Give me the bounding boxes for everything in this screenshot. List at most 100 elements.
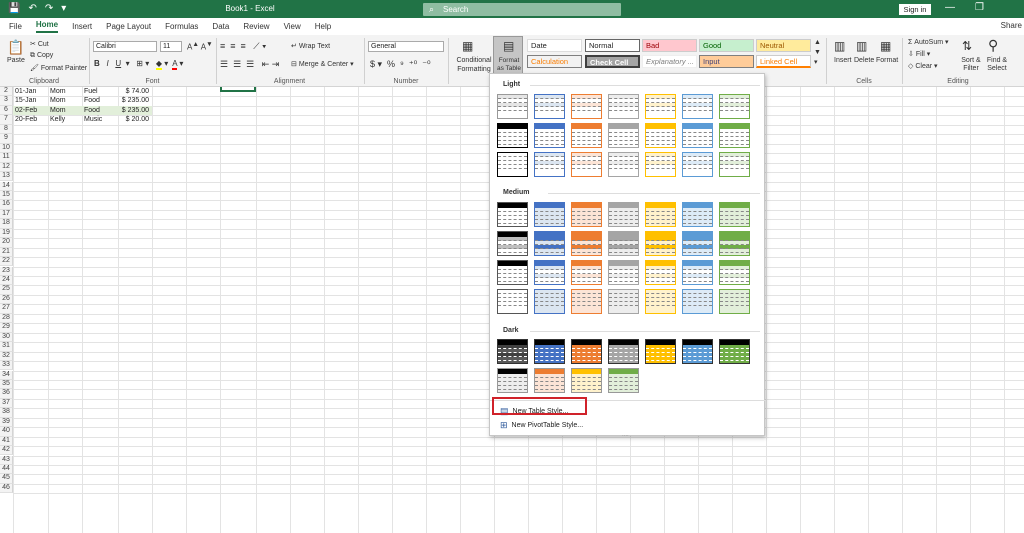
table-style-swatch[interactable] (497, 339, 528, 364)
table-style-swatch[interactable] (608, 202, 639, 227)
table-style-swatch[interactable] (682, 202, 713, 227)
tab-data[interactable]: Data (212, 22, 229, 31)
border-icon[interactable]: ⊞ (136, 59, 143, 68)
find-select-button[interactable]: Find & Select (983, 57, 1011, 73)
row-header[interactable]: 10 (0, 143, 13, 154)
row-header[interactable]: 39 (0, 417, 13, 428)
row-header[interactable]: 32 (0, 351, 13, 361)
maximize-icon[interactable]: ❐ (975, 2, 984, 13)
table-style-swatch[interactable] (645, 231, 676, 256)
cell[interactable]: Music (82, 115, 118, 124)
copy-button[interactable]: ⧉ Copy (30, 52, 53, 60)
tab-view[interactable]: View (284, 22, 301, 31)
table-style-swatch[interactable] (719, 152, 750, 177)
row-header[interactable]: 41 (0, 436, 13, 447)
table-style-swatch[interactable] (719, 289, 750, 314)
table-style-swatch[interactable] (682, 231, 713, 256)
table-style-swatch[interactable] (719, 202, 750, 227)
table-style-swatch[interactable] (645, 289, 676, 314)
row-header[interactable]: 40 (0, 427, 13, 437)
style-normal[interactable]: Normal (585, 39, 640, 52)
font-name-combo[interactable]: Calibri (93, 41, 157, 52)
merge-center-button[interactable]: ⊟ Merge & Center ▾ (291, 60, 354, 68)
autosum-button[interactable]: Σ AutoSum ▾ (908, 38, 949, 46)
row-header[interactable]: 23 (0, 266, 13, 276)
resize-gripper-icon[interactable]: .... (622, 432, 629, 438)
table-style-swatch[interactable] (608, 339, 639, 364)
row-header[interactable]: 22 (0, 257, 13, 267)
row-header[interactable]: 36 (0, 389, 13, 399)
tab-page-layout[interactable]: Page Layout (106, 22, 151, 31)
fill-button[interactable]: ⇩ Fill ▾ (908, 50, 930, 58)
cell[interactable]: Food (82, 105, 118, 116)
insert-cells-button[interactable]: Insert (834, 57, 852, 64)
table-style-swatch[interactable] (682, 123, 713, 148)
insert-cells-icon[interactable]: ▥ (834, 39, 845, 53)
selected-cell[interactable] (220, 87, 256, 92)
row-header[interactable]: 15 (0, 190, 13, 201)
cell[interactable]: Fuel (82, 87, 118, 96)
italic-icon[interactable]: I (106, 59, 108, 68)
sign-in-button[interactable]: Sign in (899, 4, 931, 15)
wrap-text-button[interactable]: ↵ Wrap Text (291, 42, 330, 50)
tab-file[interactable]: File (9, 22, 22, 31)
table-style-swatch[interactable] (719, 94, 750, 119)
cell[interactable]: $ 20.00 (118, 115, 152, 124)
tab-insert[interactable]: Insert (72, 22, 92, 31)
table-style-swatch[interactable] (719, 231, 750, 256)
table-style-swatch[interactable] (497, 123, 528, 148)
cell[interactable]: 02-Feb (13, 105, 48, 116)
delete-cells-button[interactable]: Delete (854, 57, 874, 64)
row-header[interactable]: 28 (0, 313, 13, 324)
tab-formulas[interactable]: Formulas (165, 22, 198, 31)
align-top-icons[interactable]: ≡ ≡ ≡ ⟋ ▾ (220, 41, 266, 52)
row-header[interactable]: 29 (0, 323, 13, 333)
row-header[interactable]: 46 (0, 483, 13, 494)
cell[interactable]: Kelly (48, 115, 82, 124)
cell[interactable]: Mom (48, 87, 82, 96)
row-header[interactable]: 18 (0, 219, 13, 229)
row-header[interactable]: 24 (0, 276, 13, 286)
table-style-swatch[interactable] (645, 94, 676, 119)
table-style-swatch[interactable] (719, 123, 750, 148)
cell[interactable]: Food (82, 96, 118, 105)
row-header[interactable]: 20 (0, 238, 13, 248)
table-style-swatch[interactable] (534, 368, 565, 393)
font-grow-icon[interactable]: A▲ A▼ (187, 41, 213, 52)
cell[interactable]: $ 235.00 (118, 105, 152, 116)
conditional-formatting-button[interactable]: Conditional Formatting (454, 56, 494, 74)
row-header[interactable]: 25 (0, 285, 13, 295)
row-header[interactable]: 6 (0, 105, 13, 116)
style-bad[interactable]: Bad (642, 39, 697, 52)
row-header[interactable]: 31 (0, 342, 13, 352)
table-style-swatch[interactable] (645, 152, 676, 177)
table-style-swatch[interactable] (608, 368, 639, 393)
row-header[interactable]: 8 (0, 124, 13, 135)
table-style-swatch[interactable] (719, 339, 750, 364)
row-header[interactable]: 33 (0, 361, 13, 371)
row-header[interactable]: 16 (0, 200, 13, 210)
tab-review[interactable]: Review (243, 22, 269, 31)
cell[interactable]: 15-Jan (13, 96, 48, 105)
align-left-icons[interactable]: ☰ ☰ ☰ ⇤ ⇥ (220, 59, 279, 70)
table-style-swatch[interactable] (608, 289, 639, 314)
row-header[interactable]: 27 (0, 304, 13, 314)
cell[interactable]: $ 235.00 (118, 96, 152, 105)
row-header[interactable]: 34 (0, 370, 13, 380)
table-style-swatch[interactable] (719, 260, 750, 285)
table-style-swatch[interactable] (534, 123, 565, 148)
row-header[interactable]: 26 (0, 294, 13, 305)
sort-filter-button[interactable]: Sort & Filter (957, 57, 985, 73)
style-input[interactable]: Input (699, 55, 754, 68)
tab-help[interactable]: Help (315, 22, 331, 31)
table-style-swatch[interactable] (645, 339, 676, 364)
table-style-swatch[interactable] (571, 152, 602, 177)
table-style-swatch[interactable] (608, 94, 639, 119)
table-style-swatch[interactable] (682, 260, 713, 285)
table-style-swatch[interactable] (534, 202, 565, 227)
row-header[interactable]: 14 (0, 181, 13, 191)
underline-icon[interactable]: U (115, 59, 121, 68)
style-good[interactable]: Good (699, 39, 754, 52)
font-color-icon[interactable]: A (172, 59, 178, 70)
row-header[interactable]: 37 (0, 398, 13, 409)
